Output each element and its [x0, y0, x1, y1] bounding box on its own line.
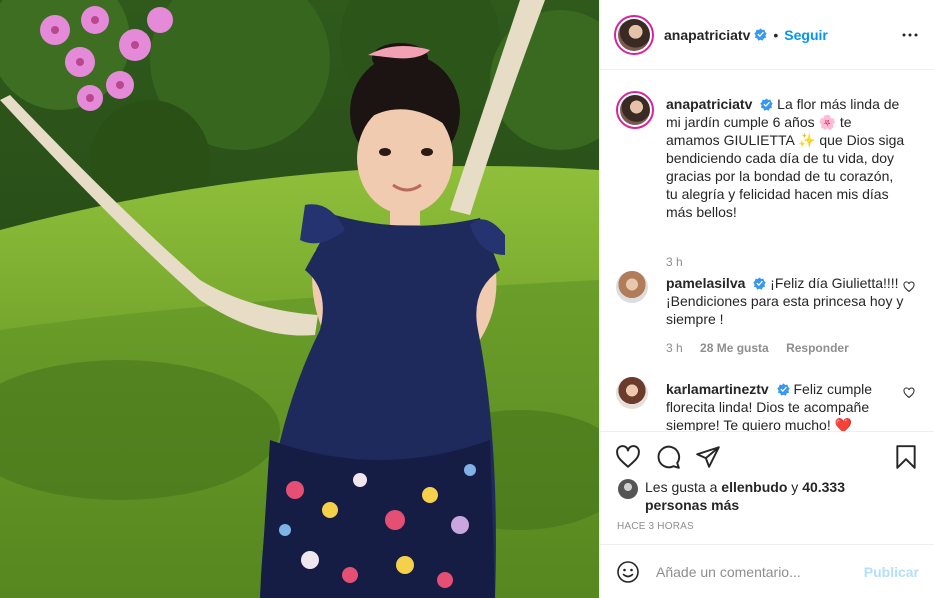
author-username[interactable]: anapatriciatv: [664, 27, 750, 43]
author-avatar[interactable]: [614, 14, 654, 55]
follow-button[interactable]: Seguir: [784, 27, 828, 43]
comments-list[interactable]: anapatriciatv La flor más linda de mi ja…: [600, 71, 934, 431]
verified-icon: [776, 383, 790, 396]
post-side-panel: anapatriciatv • Seguir anapatriciatv La …: [599, 0, 934, 598]
comment-item: karlamartineztv Feliz cumple florecita l…: [616, 377, 921, 431]
comment-time[interactable]: 3 h: [666, 341, 683, 355]
commenter-avatar[interactable]: [616, 377, 648, 409]
share-icon[interactable]: [695, 444, 721, 470]
comment-item: pamelasilva ¡Feliz día Giulietta!!!! ¡Be…: [616, 271, 921, 361]
caption-username[interactable]: anapatriciatv: [666, 96, 752, 112]
save-icon[interactable]: [893, 444, 919, 470]
caption: anapatriciatv La flor más linda de mi ja…: [616, 91, 921, 281]
reply-button[interactable]: Responder: [786, 341, 849, 355]
sparkles-emoji: ✨: [798, 132, 816, 148]
post-photo[interactable]: [0, 0, 599, 598]
heart-icon[interactable]: [615, 444, 641, 470]
verified-icon: [760, 98, 773, 111]
caption-avatar[interactable]: [616, 91, 654, 129]
caption-time[interactable]: 3 h: [666, 255, 683, 269]
publish-button[interactable]: Publicar: [864, 564, 919, 580]
comment-username[interactable]: pamelasilva: [666, 275, 745, 291]
verified-icon: [754, 28, 768, 41]
post-actions: Les gusta a ellenbudo y 40.333 personas …: [600, 431, 934, 544]
comment-username[interactable]: karlamartineztv: [666, 381, 769, 397]
post-time-ago[interactable]: Hace 3 horas: [617, 521, 694, 532]
red-heart-emoji: ❤️: [834, 417, 853, 431]
flower-emoji: 🌸: [818, 114, 836, 130]
instagram-post: anapatriciatv • Seguir anapatriciatv La …: [0, 0, 934, 598]
header-separator: •: [773, 26, 779, 43]
commenter-avatar[interactable]: [616, 271, 648, 303]
heart-icon[interactable]: [903, 281, 915, 293]
comment-likes[interactable]: 28 Me gusta: [700, 341, 769, 355]
heart-icon[interactable]: [903, 387, 915, 399]
comment-input[interactable]: [656, 560, 856, 584]
comment-icon[interactable]: [655, 444, 681, 470]
post-image: [0, 0, 599, 598]
liker-avatar[interactable]: [618, 479, 638, 499]
liker-username[interactable]: ellenbudo: [721, 479, 787, 495]
emoji-icon[interactable]: [616, 560, 640, 584]
add-comment-bar: Publicar: [600, 544, 934, 598]
post-header: anapatriciatv • Seguir: [600, 0, 934, 70]
more-options-icon[interactable]: [901, 26, 919, 44]
likes-joiner: y: [791, 479, 799, 495]
verified-icon: [753, 277, 766, 290]
likes-prefix: Les gusta a: [645, 479, 718, 495]
